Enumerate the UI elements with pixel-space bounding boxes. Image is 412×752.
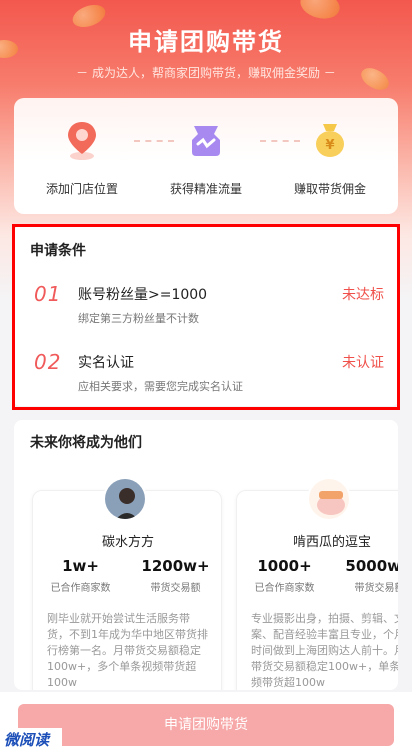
stat-label: 带货交易额 [354,583,399,594]
steps-card: 添加门店位置 获得精准流量 ¥ 赚取带货佣金 [14,98,398,214]
profile-desc: 专业摄影出身，拍摄、剪辑、文案、配音经验丰富且专业，个月时间做到上海团购达人前十… [251,612,398,689]
stat-value: 1w+ [62,557,99,575]
profile-desc: 刚毕业就开始尝试生活服务带货，不到1年成为华中地区带货排行榜第一名。月带货交易额… [47,612,208,689]
stat-value: 1000+ [257,557,312,575]
profile-stat: 1000+ 已合作商家数 [237,557,332,594]
step-earn-commission: ¥ 赚取带货佣金 [270,118,390,197]
profile-name: 啃西瓜的逗宝 [292,535,371,550]
future-title: 未来你将成为他们 [30,435,142,451]
stat-value: 5000w+ [345,557,398,575]
future-card: 未来你将成为他们 碳水方方 1w+ 已合作商家数 1200w+ 带货交易额 刚毕… [14,420,398,690]
page-title: 申请团购带货 [128,28,284,56]
stat-label: 已合作商家数 [50,583,111,594]
avatar [307,477,351,521]
location-pin-icon [62,118,102,160]
step-label: 获得精准流量 [169,182,242,196]
apply-button[interactable]: 申请团购带货 [18,704,394,746]
profile-card[interactable]: 碳水方方 1w+ 已合作商家数 1200w+ 带货交易额 刚毕业就开始尝试生活服… [32,477,223,690]
avatar [103,477,147,521]
svg-text:¥: ¥ [325,138,334,153]
step-label: 添加门店位置 [45,182,118,196]
stat-value: 1200w+ [141,557,210,575]
watermark-logo: 微阅读 [0,728,62,752]
profile-stat: 5000w+ 带货交易额 [332,557,398,594]
step-get-traffic: 获得精准流量 [146,118,266,197]
highlight-box [12,224,400,410]
money-bag-icon: ¥ [310,118,350,158]
stat-label: 已合作商家数 [254,583,315,594]
coin-decoration [297,0,343,23]
step-add-location: 添加门店位置 [22,118,142,197]
profile-name: 碳水方方 [101,535,154,550]
step-label: 赚取带货佣金 [293,182,366,196]
profile-card[interactable]: 啃西瓜的逗宝 1000+ 已合作商家数 5000w+ 带货交易额 专业摄影出身，… [236,477,398,690]
profile-stat: 1w+ 已合作商家数 [33,557,128,594]
traffic-bag-icon [186,118,226,158]
page-subtitle: － 成为达人，帮商家团购带货，赚取佣金奖励 － [76,66,336,80]
stat-label: 带货交易额 [150,583,201,594]
profile-stat: 1200w+ 带货交易额 [128,557,223,594]
